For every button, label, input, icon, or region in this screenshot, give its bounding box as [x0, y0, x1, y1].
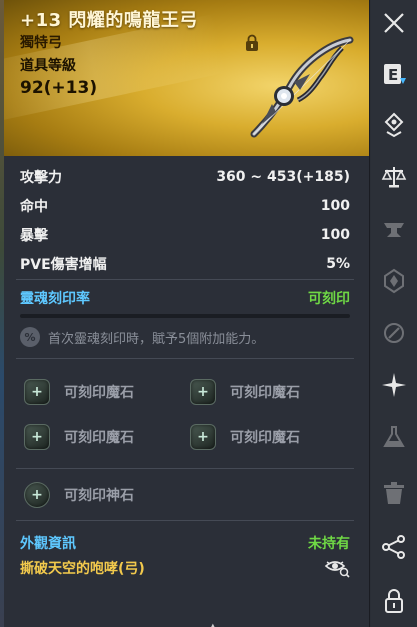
- manastone-slot-3[interactable]: + 可刻印魔石: [24, 424, 134, 450]
- eye-preview-icon[interactable]: [324, 558, 350, 578]
- enchant-button[interactable]: [371, 206, 417, 252]
- lock-button[interactable]: [371, 578, 417, 624]
- extract-button[interactable]: [371, 414, 417, 460]
- godstone-slot[interactable]: + 可刻印神石: [24, 482, 134, 508]
- flask-icon: [383, 426, 405, 447]
- manastone-plus-icon: +: [190, 379, 216, 405]
- stat-row-attack: 攻擊力 360 ~ 453(+185): [20, 168, 350, 186]
- soul-imprint-bar: [20, 314, 350, 318]
- item-tooltip-panel: +13 閃耀的鳴龍王弓 獨特弓 道具等級 92(+13) 攻擊力 360 ~ 4…: [4, 0, 370, 627]
- godstone-plus-icon: +: [24, 482, 50, 508]
- scales-icon: [381, 167, 407, 188]
- appearance-name: 撕破天空的咆哮(弓): [20, 561, 145, 577]
- close-icon: [384, 13, 404, 33]
- soul-imprint-label: 靈魂刻印率: [20, 291, 90, 307]
- cycle-icon: [384, 323, 404, 343]
- soul-gem-icon: [384, 268, 404, 294]
- soul-imprint-info: % 首次靈魂刻印時，賦予5個附加能力。: [20, 327, 350, 347]
- trash-icon: [384, 482, 404, 504]
- share-button[interactable]: [371, 524, 417, 570]
- item-level-value: 92(+13): [20, 78, 98, 98]
- appearance-label: 外觀資訊: [20, 536, 76, 552]
- location-button[interactable]: [371, 102, 417, 148]
- divider: [16, 520, 354, 521]
- compare-button[interactable]: [371, 154, 417, 200]
- soul-imprint-row: 靈魂刻印率 可刻印: [20, 288, 350, 308]
- delete-button[interactable]: [371, 470, 417, 516]
- divider: [16, 279, 354, 280]
- soul-imprint-button[interactable]: [371, 258, 417, 304]
- bow-item-image: [250, 36, 354, 138]
- manastone-slot-4[interactable]: + 可刻印魔石: [190, 424, 300, 450]
- item-rarity: 獨特弓: [20, 35, 62, 51]
- svg-text:E: E: [388, 66, 398, 84]
- manastone-plus-icon: +: [24, 379, 50, 405]
- stat-row-accuracy: 命中 100: [20, 197, 350, 215]
- map-pin-icon: [384, 112, 404, 138]
- item-level-label: 道具等級: [20, 58, 76, 74]
- tune-button[interactable]: [371, 310, 417, 356]
- equip-button[interactable]: E: [371, 52, 417, 98]
- manastone-plus-icon: +: [190, 424, 216, 450]
- star-burst-icon: [382, 373, 406, 397]
- stats-list: 攻擊力 360 ~ 453(+185) 命中 100 暴擊 100 PVE傷害增…: [20, 162, 350, 278]
- anvil-icon: [384, 223, 404, 237]
- item-header: +13 閃耀的鳴龍王弓 獨特弓 道具等級 92(+13): [4, 0, 369, 156]
- stat-row-crit: 暴擊 100: [20, 226, 350, 244]
- skill-button[interactable]: [371, 362, 417, 408]
- close-button[interactable]: [371, 0, 417, 46]
- stat-row-pve-damage: PVE傷害增幅 5%: [20, 255, 350, 273]
- equip-e-icon: E: [384, 64, 406, 84]
- manastone-plus-icon: +: [24, 424, 50, 450]
- right-toolbar: E: [371, 0, 417, 627]
- lock-icon: [385, 589, 403, 613]
- appearance-name-row: 撕破天空的咆哮(弓): [20, 558, 350, 578]
- manastone-slot-1[interactable]: + 可刻印魔石: [24, 379, 134, 405]
- divider: [16, 468, 354, 469]
- divider: [16, 358, 354, 359]
- share-icon: [382, 535, 405, 559]
- appearance-info-row: 外觀資訊 未持有: [20, 533, 350, 553]
- item-name: +13 閃耀的鳴龍王弓: [20, 10, 198, 31]
- bottom-notch: ▲: [209, 622, 219, 627]
- appearance-status: 未持有: [308, 536, 350, 552]
- manastone-slot-2[interactable]: + 可刻印魔石: [190, 379, 300, 405]
- percent-icon: %: [20, 327, 40, 347]
- soul-imprint-status: 可刻印: [308, 291, 350, 307]
